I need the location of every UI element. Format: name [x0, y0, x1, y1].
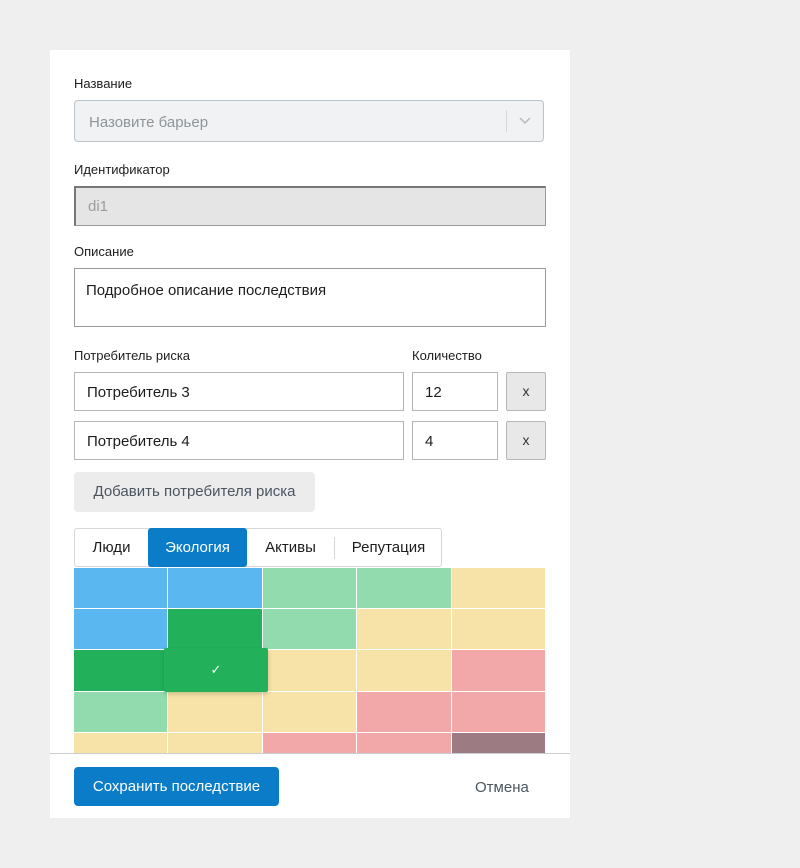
description-textarea[interactable]: Подробное описание последствия [74, 268, 546, 327]
tab-reputation[interactable]: Репутация [335, 529, 442, 566]
quantity-label: Количество [412, 348, 482, 363]
chevron-down-icon[interactable] [518, 113, 532, 127]
selected-matrix-cell[interactable]: ✓ [164, 648, 268, 692]
name-select-placeholder: Назовите барьер [89, 114, 209, 131]
footer-divider [50, 753, 570, 754]
save-consequence-button[interactable]: Сохранить последствие [74, 767, 279, 806]
description-label: Описание [74, 244, 134, 259]
matrix-cell[interactable] [357, 568, 451, 609]
check-icon: ✓ [210, 662, 222, 677]
consumer-input-value: Потребитель 3 [87, 384, 190, 401]
matrix-cell[interactable] [451, 732, 545, 753]
consequence-form-panel: Название Назовите барьер Идентификатор d… [50, 50, 570, 818]
identifier-label: Идентификатор [74, 162, 170, 177]
matrix-cell[interactable] [262, 732, 357, 753]
matrix-cell[interactable] [168, 568, 262, 609]
consumer-input[interactable]: Потребитель 4 [74, 421, 404, 460]
matrix-cell[interactable] [451, 650, 545, 691]
matrix-cell[interactable] [451, 568, 545, 609]
matrix-cell[interactable] [357, 650, 451, 691]
cancel-button[interactable]: Отмена [475, 779, 529, 796]
tab-people[interactable]: Люди [75, 529, 148, 566]
matrix-cell[interactable] [168, 732, 262, 753]
category-tabs: Люди Экология Активы Репутация [74, 528, 442, 567]
matrix-cell[interactable] [262, 650, 357, 691]
select-divider [506, 110, 507, 132]
matrix-cell[interactable] [168, 691, 262, 732]
quantity-input[interactable]: 12 [412, 372, 498, 411]
matrix-cell[interactable] [262, 609, 357, 650]
matrix-cell[interactable] [357, 691, 451, 732]
matrix-cell[interactable] [74, 732, 168, 753]
matrix-cell[interactable] [168, 609, 262, 650]
consumer-input-value: Потребитель 4 [87, 433, 190, 450]
matrix-cell[interactable] [262, 568, 357, 609]
remove-consumer-button[interactable]: x [506, 421, 546, 460]
matrix-cell[interactable] [262, 691, 357, 732]
matrix-cell[interactable] [357, 732, 451, 753]
matrix-cell[interactable] [357, 609, 451, 650]
tab-assets[interactable]: Активы [247, 529, 334, 566]
matrix-cell[interactable] [451, 609, 545, 650]
remove-consumer-button[interactable]: x [506, 372, 546, 411]
name-select[interactable]: Назовите барьер [74, 100, 544, 142]
name-label: Название [74, 76, 133, 91]
tab-ecology[interactable]: Экология [148, 528, 247, 567]
matrix-cell[interactable] [74, 691, 168, 732]
risk-matrix [74, 568, 546, 753]
description-value: Подробное описание последствия [86, 282, 327, 299]
quantity-input-value: 12 [425, 384, 442, 401]
identifier-field: di1 [74, 186, 546, 226]
add-consumer-button[interactable]: Добавить потребителя риска [74, 472, 315, 512]
consumer-input[interactable]: Потребитель 3 [74, 372, 404, 411]
quantity-input-value: 4 [425, 433, 434, 450]
matrix-cell[interactable] [74, 650, 168, 691]
matrix-cell[interactable] [74, 609, 168, 650]
matrix-cell[interactable] [451, 691, 545, 732]
identifier-value: di1 [88, 198, 109, 215]
matrix-cell[interactable] [74, 568, 168, 609]
consumer-label: Потребитель риска [74, 348, 191, 363]
quantity-input[interactable]: 4 [412, 421, 498, 460]
